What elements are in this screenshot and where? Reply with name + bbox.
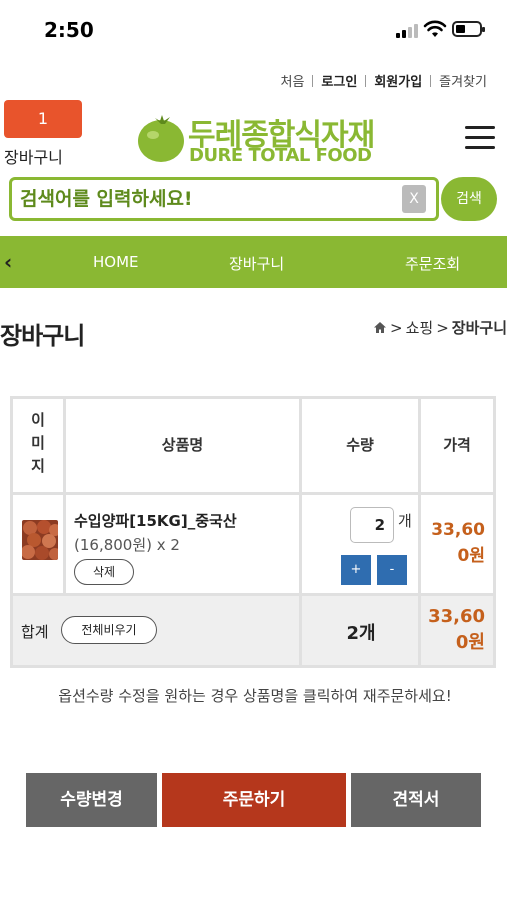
cart-table: 이 미 지 상품명 수량 가격 수입양파[15KG]_중국산 (16,800원)… [10,396,496,668]
table-row [13,495,63,593]
product-name-cell: 수입양파[15KG]_중국산 (16,800원) x 2 삭제 [66,495,299,593]
item-price-line2: 0원 [457,546,485,566]
item-price-cell: 33,60 0원 [421,495,493,593]
quantity-plus-button[interactable]: + [341,555,371,585]
table-footer-label-cell: 합계 전체비우기 [13,596,299,665]
clear-cart-button[interactable]: 전체비우기 [61,616,157,644]
table-header-image-label: 이 미 지 [31,411,45,475]
logo-text-english: DURE TOTAL FOOD [189,145,372,166]
battery-icon [452,21,485,37]
total-price-line1: 33,60 [428,606,485,627]
top-link-home[interactable]: 처음 [273,71,313,90]
total-price: 33,60 0원 [428,604,485,656]
wifi-icon [423,20,447,37]
page-title: 장바구니 [0,322,85,350]
breadcrumb-sep: > [436,318,449,337]
delete-item-button[interactable]: 삭제 [74,559,134,585]
search-button[interactable]: 검색 [441,177,497,221]
status-bar: 2:50 [0,0,507,60]
total-quantity: 2개 [346,623,376,644]
item-price-line1: 33,60 [431,520,485,540]
site-logo[interactable]: 두레종합식자재 DURE TOTAL FOOD [136,112,376,168]
search-box: X [9,177,439,221]
hamburger-menu-icon[interactable] [465,126,495,150]
product-thumbnail[interactable] [22,520,58,560]
top-link-bookmark[interactable]: 즐겨찾기 [431,71,495,90]
breadcrumb-sep: > [390,318,403,337]
cart-label[interactable]: 장바구니 [4,144,63,168]
quantity-minus-button[interactable]: - [377,555,407,585]
top-link-login[interactable]: 로그인 [313,71,365,90]
home-icon[interactable] [373,321,387,334]
notice-text: 옵션수량 수정을 원하는 경우 상품명을 클릭하여 재주문하세요! [58,687,452,705]
quantity-unit: 개 [398,512,412,530]
search-input[interactable] [20,184,400,214]
product-name-link[interactable]: 수입양파[15KG]_중국산 (16,800원) x 2 [74,509,294,557]
cart-count-badge[interactable]: 1 [4,100,82,138]
quote-button[interactable]: 견적서 [351,773,481,827]
breadcrumb-current: 장바구니 [451,319,507,337]
top-links: 처음 로그인 회원가입 즐겨찾기 [273,71,496,90]
product-price-detail: (16,800원) x 2 [74,536,180,554]
quantity-cell: 개 + - [302,495,418,593]
change-quantity-button[interactable]: 수량변경 [26,773,157,827]
tomato-logo-icon [138,115,184,162]
breadcrumb: > 쇼핑 > 장바구니 [373,317,507,338]
quantity-input[interactable] [350,507,394,543]
total-qty-cell: 2개 [302,596,418,665]
table-header-price: 가격 [421,399,493,492]
nav-item-cart[interactable]: 장바구니 [229,253,284,274]
cellular-signal-icon [396,22,418,38]
table-header-image: 이 미 지 [13,399,63,492]
search-clear-button[interactable]: X [402,185,426,213]
product-name: 수입양파[15KG]_중국산 [74,512,237,530]
total-price-cell: 33,60 0원 [421,596,493,665]
chevron-left-icon[interactable]: ‹ [4,250,24,274]
breadcrumb-shopping[interactable]: 쇼핑 [406,317,434,338]
nav-item-home[interactable]: HOME [93,253,139,271]
order-button[interactable]: 주문하기 [162,773,346,827]
table-header-qty: 수량 [302,399,418,492]
main-nav: ‹ HOME 장바구니 주문조회 [0,236,507,288]
nav-item-order-lookup[interactable]: 주문조회 [405,253,460,274]
top-link-signup[interactable]: 회원가입 [366,71,430,90]
status-time: 2:50 [44,18,94,42]
total-label: 합계 [21,623,49,641]
total-price-line2: 0원 [455,632,485,653]
item-price: 33,60 0원 [431,517,485,569]
table-header-name: 상품명 [66,399,299,492]
